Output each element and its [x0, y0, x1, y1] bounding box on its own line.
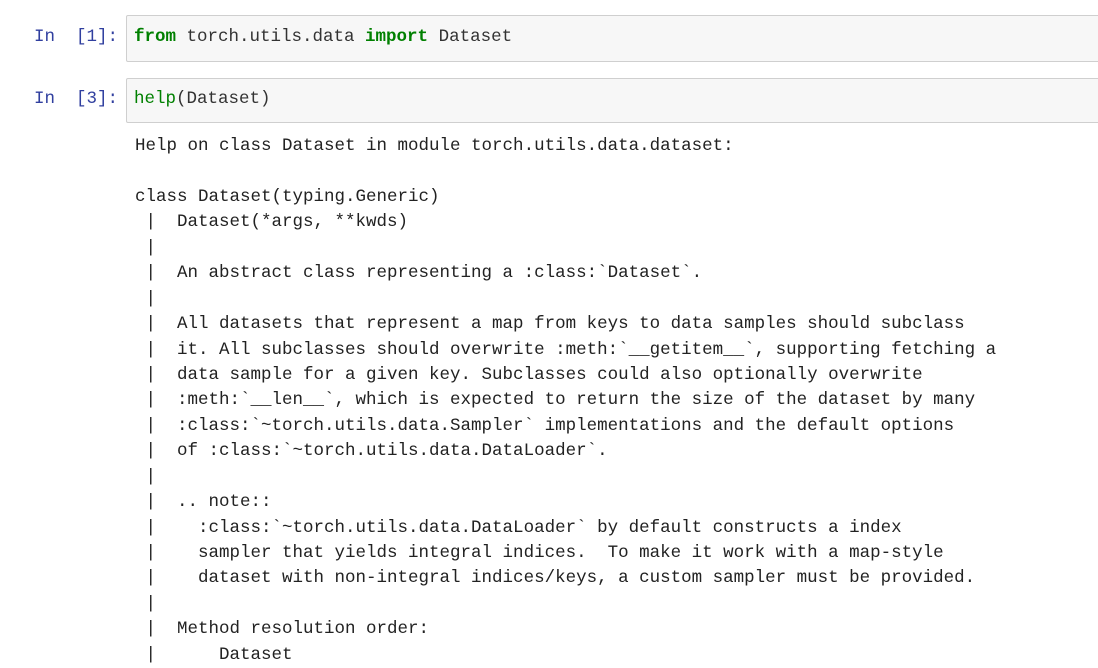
- code-cell-1[interactable]: from torch.utils.data import Dataset: [126, 15, 1098, 62]
- module-name: torch.utils.data: [176, 27, 366, 47]
- output-line: Help on class Dataset in module torch.ut…: [135, 136, 734, 156]
- prompt-cell-1: In [1]:: [34, 27, 119, 47]
- output-line: | All datasets that represent a map from…: [135, 314, 965, 335]
- output-line: | of :class:`~torch.utils.data.DataLoade…: [135, 441, 608, 462]
- output-line: | :meth:`__len__`, which is expected to …: [135, 390, 976, 411]
- import-name: Dataset: [428, 27, 513, 47]
- builtin-help: help: [134, 89, 177, 109]
- output-line: | Dataset: [135, 644, 293, 665]
- output-line: |: [135, 288, 157, 309]
- keyword-from: from: [134, 27, 177, 47]
- output-line: | An abstract class representing a :clas…: [135, 263, 703, 284]
- output-line: | :class:`~torch.utils.data.DataLoader` …: [135, 517, 902, 538]
- output-line: class Dataset(typing.Generic): [135, 186, 440, 207]
- output-line: | it. All subclasses should overwrite :m…: [135, 339, 997, 360]
- call-args: (Dataset): [176, 89, 271, 109]
- output-line: | :class:`~torch.utils.data.Sampler` imp…: [135, 415, 955, 436]
- cell-output: Help on class Dataset in module torch.ut…: [135, 134, 996, 668]
- code-line[interactable]: from torch.utils.data import Dataset: [134, 27, 512, 47]
- keyword-import: import: [365, 27, 429, 47]
- output-line: | Dataset(*args, **kwds): [135, 212, 409, 233]
- output-line: | .. note::: [135, 492, 272, 513]
- output-line: |: [135, 466, 157, 487]
- prompt-cell-3: In [3]:: [34, 89, 119, 109]
- output-line: |: [135, 237, 157, 258]
- output-line: | sampler that yields integral indices. …: [135, 543, 944, 563]
- output-line: | dataset with non-integral indices/keys…: [135, 568, 976, 589]
- output-line: |: [135, 593, 157, 614]
- output-line: | data sample for a given key. Subclasse…: [135, 364, 923, 385]
- code-line[interactable]: help(Dataset): [134, 89, 271, 109]
- code-cell-3[interactable]: help(Dataset): [126, 78, 1098, 123]
- output-line: | Method resolution order:: [135, 619, 430, 640]
